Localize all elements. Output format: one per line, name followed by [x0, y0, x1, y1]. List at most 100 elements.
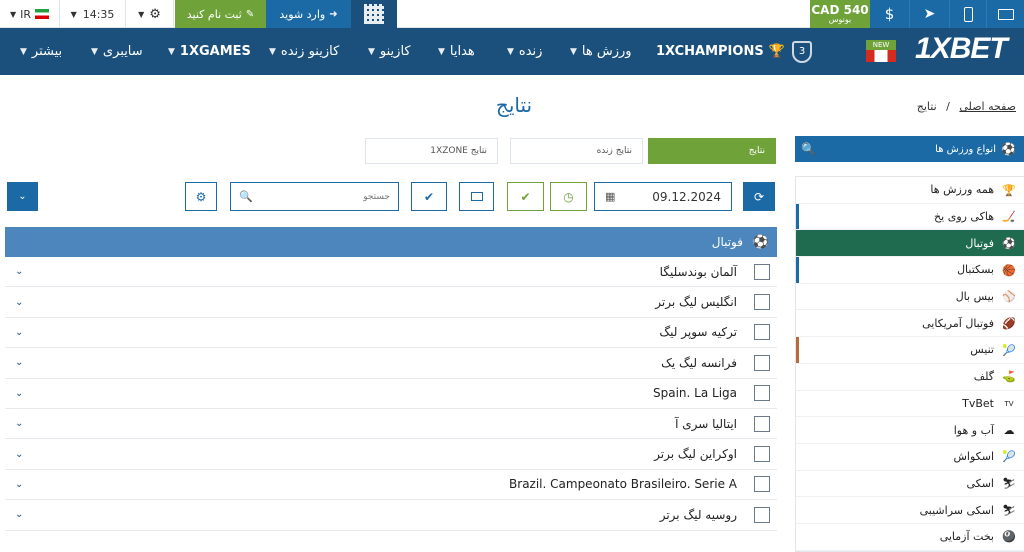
finished-filter-button[interactable]: ✔: [507, 182, 544, 211]
league-row[interactable]: ⌄ ترکیه سوپر لیگ: [5, 318, 777, 349]
sidebar-sport-item[interactable]: فوتبال ⚽: [796, 230, 1024, 258]
league-row[interactable]: ⌄ فرانسه لیگ یک: [5, 348, 777, 379]
league-checkbox[interactable]: [754, 506, 770, 523]
nav-item-more[interactable]: ▼ بیشتر: [20, 28, 62, 75]
league-name: ترکیه سوپر لیگ: [659, 325, 737, 340]
sidebar-sport-item[interactable]: TvBet TV: [796, 390, 1024, 418]
league-checkbox[interactable]: [754, 446, 770, 463]
vip-badge[interactable]: 3: [792, 28, 812, 75]
bonus-button[interactable]: CAD 540 بونوس: [810, 0, 870, 28]
language-selector[interactable]: ▼ IR: [0, 0, 60, 28]
chevron-down-icon: ▼: [438, 46, 445, 57]
nav-label: هدایا: [449, 44, 475, 59]
league-row[interactable]: ⌄ انگلیس لیگ برتر: [5, 287, 777, 318]
collapse-all-button[interactable]: ⌄: [7, 182, 38, 211]
upcoming-filter-button[interactable]: ◷: [550, 182, 587, 211]
monitor-filter-button[interactable]: [459, 182, 494, 211]
register-button[interactable]: ثبت نام کنید ✎: [175, 0, 266, 28]
sidebar-sport-item[interactable]: اسکواش 🎾: [796, 443, 1024, 471]
brand-logo[interactable]: 1XBET: [915, 32, 1008, 66]
tab-label: 1XZONE نتایج: [430, 146, 487, 156]
league-checkbox[interactable]: [754, 263, 770, 280]
new-badge: NEW: [866, 40, 896, 62]
nav-item-live[interactable]: ▼ زنده: [507, 28, 542, 75]
language-label: IR: [20, 7, 32, 21]
search-input[interactable]: [270, 191, 390, 202]
expand-chevron-icon[interactable]: ⌄: [15, 479, 23, 490]
sport-label: اسکواش: [953, 450, 994, 464]
league-checkbox[interactable]: [754, 476, 770, 493]
login-button[interactable]: وارد شوید ➜: [266, 0, 351, 28]
time-display[interactable]: ▼ 14:35: [60, 0, 126, 28]
tab-results[interactable]: نتایج: [648, 138, 776, 164]
league-row[interactable]: ⌄ آلمان بوندسلیگا: [5, 257, 777, 288]
search-box[interactable]: 🔍: [230, 182, 399, 211]
desktop-app-button[interactable]: [987, 0, 1024, 28]
league-row[interactable]: ⌄ روسیه لیگ برتر: [5, 500, 777, 531]
tab-label: نتایج: [748, 146, 765, 156]
date-picker[interactable]: ▦ 09.12.2024: [594, 182, 732, 211]
sidebar-sport-item[interactable]: بخت آزمایی 🎱: [796, 523, 1024, 551]
breadcrumb-home[interactable]: صفحه اصلی: [959, 100, 1016, 113]
sport-icon: ⚾: [1002, 290, 1016, 304]
currency-button[interactable]: $: [870, 0, 910, 28]
nav-item-casino[interactable]: ▼ کازینو: [368, 28, 411, 75]
checkmark-icon: ✔: [423, 189, 435, 204]
sidebar-sport-item[interactable]: فوتبال آمریکایی 🏈: [796, 310, 1024, 338]
sidebar-sport-item[interactable]: بسکتبال 🏀: [796, 257, 1024, 284]
nav-item-1xchampions[interactable]: 1XCHAMPIONS 🏆: [656, 28, 785, 75]
league-name: ایتالیا سری آ: [675, 416, 737, 431]
sport-icon: 🎾: [1002, 450, 1016, 464]
nav-item-gifts[interactable]: ▼ هدایا: [438, 28, 475, 75]
league-row[interactable]: ⌄ اوکراین لیگ برتر: [5, 439, 777, 470]
sidebar-sport-item[interactable]: هاکی روی یخ 🏒: [796, 203, 1024, 231]
nav-label: زنده: [518, 44, 543, 59]
sidebar-sport-item[interactable]: گلف ⛳: [796, 363, 1024, 391]
settings-button[interactable]: ▼ ⚙: [126, 0, 174, 28]
sidebar-sport-item[interactable]: اسکی ⛷: [796, 470, 1024, 498]
nav-label: سایبری: [102, 44, 143, 59]
sidebar-sport-item[interactable]: همه ورزش ها 🏆: [796, 177, 1024, 204]
dollar-icon: $: [884, 5, 895, 23]
sport-icon: ⚽: [1002, 236, 1016, 250]
nav-item-sports[interactable]: ▼ ورزش ها: [570, 28, 632, 75]
league-checkbox[interactable]: [754, 294, 770, 311]
nav-item-live-casino[interactable]: ▼ کازینو زنده: [269, 28, 339, 75]
sport-label: فوتبال آمریکایی: [922, 316, 994, 330]
tab-1xzone-results[interactable]: 1XZONE نتایج: [365, 138, 498, 164]
league-checkbox[interactable]: [754, 415, 770, 432]
login-label: وارد شوید: [279, 7, 326, 21]
expand-chevron-icon[interactable]: ⌄: [15, 266, 23, 277]
expand-chevron-icon[interactable]: ⌄: [15, 297, 23, 308]
refresh-button[interactable]: ⟳: [743, 182, 775, 211]
tab-label: نتایج زنده: [596, 146, 632, 156]
settings-filter-button[interactable]: ⚙: [185, 182, 217, 211]
tab-live-results[interactable]: نتایج زنده: [510, 138, 643, 164]
mobile-app-button[interactable]: [950, 0, 987, 28]
sidebar-sport-item[interactable]: تنیس 🎾: [796, 337, 1024, 364]
sport-label: بخت آزمایی: [939, 530, 994, 544]
qr-code-button[interactable]: [351, 0, 397, 28]
expand-chevron-icon[interactable]: ⌄: [15, 388, 23, 399]
sports-sidebar-header[interactable]: 🔍 انواع ورزش ها ⚽: [795, 136, 1024, 162]
nav-label: بیشتر: [31, 44, 63, 59]
date-value: 09.12.2024: [652, 189, 721, 204]
expand-chevron-icon[interactable]: ⌄: [15, 357, 23, 368]
league-row[interactable]: ⌄ Spain. La Liga: [5, 379, 777, 409]
league-row[interactable]: ⌄ ایتالیا سری آ: [5, 409, 777, 440]
league-checkbox[interactable]: [754, 324, 770, 341]
check-filter-button[interactable]: ✔: [411, 182, 447, 211]
nav-item-cyber[interactable]: ▼ سایبری: [91, 28, 143, 75]
telegram-button[interactable]: ➤: [910, 0, 950, 28]
sidebar-sport-item[interactable]: آب و هوا ☁: [796, 417, 1024, 444]
league-checkbox[interactable]: [754, 385, 770, 402]
league-row[interactable]: ⌄ Brazil. Campeonato Brasileiro. Serie A: [5, 470, 777, 501]
expand-chevron-icon[interactable]: ⌄: [15, 418, 23, 429]
expand-chevron-icon[interactable]: ⌄: [15, 509, 23, 520]
league-checkbox[interactable]: [754, 354, 770, 371]
nav-item-1xgames[interactable]: ▼ 1XGAMES: [168, 28, 251, 75]
sidebar-sport-item[interactable]: بیس بال ⚾: [796, 283, 1024, 311]
expand-chevron-icon[interactable]: ⌄: [15, 449, 23, 460]
expand-chevron-icon[interactable]: ⌄: [15, 327, 23, 338]
sidebar-sport-item[interactable]: اسکی سراشیبی ⛷: [796, 497, 1024, 524]
